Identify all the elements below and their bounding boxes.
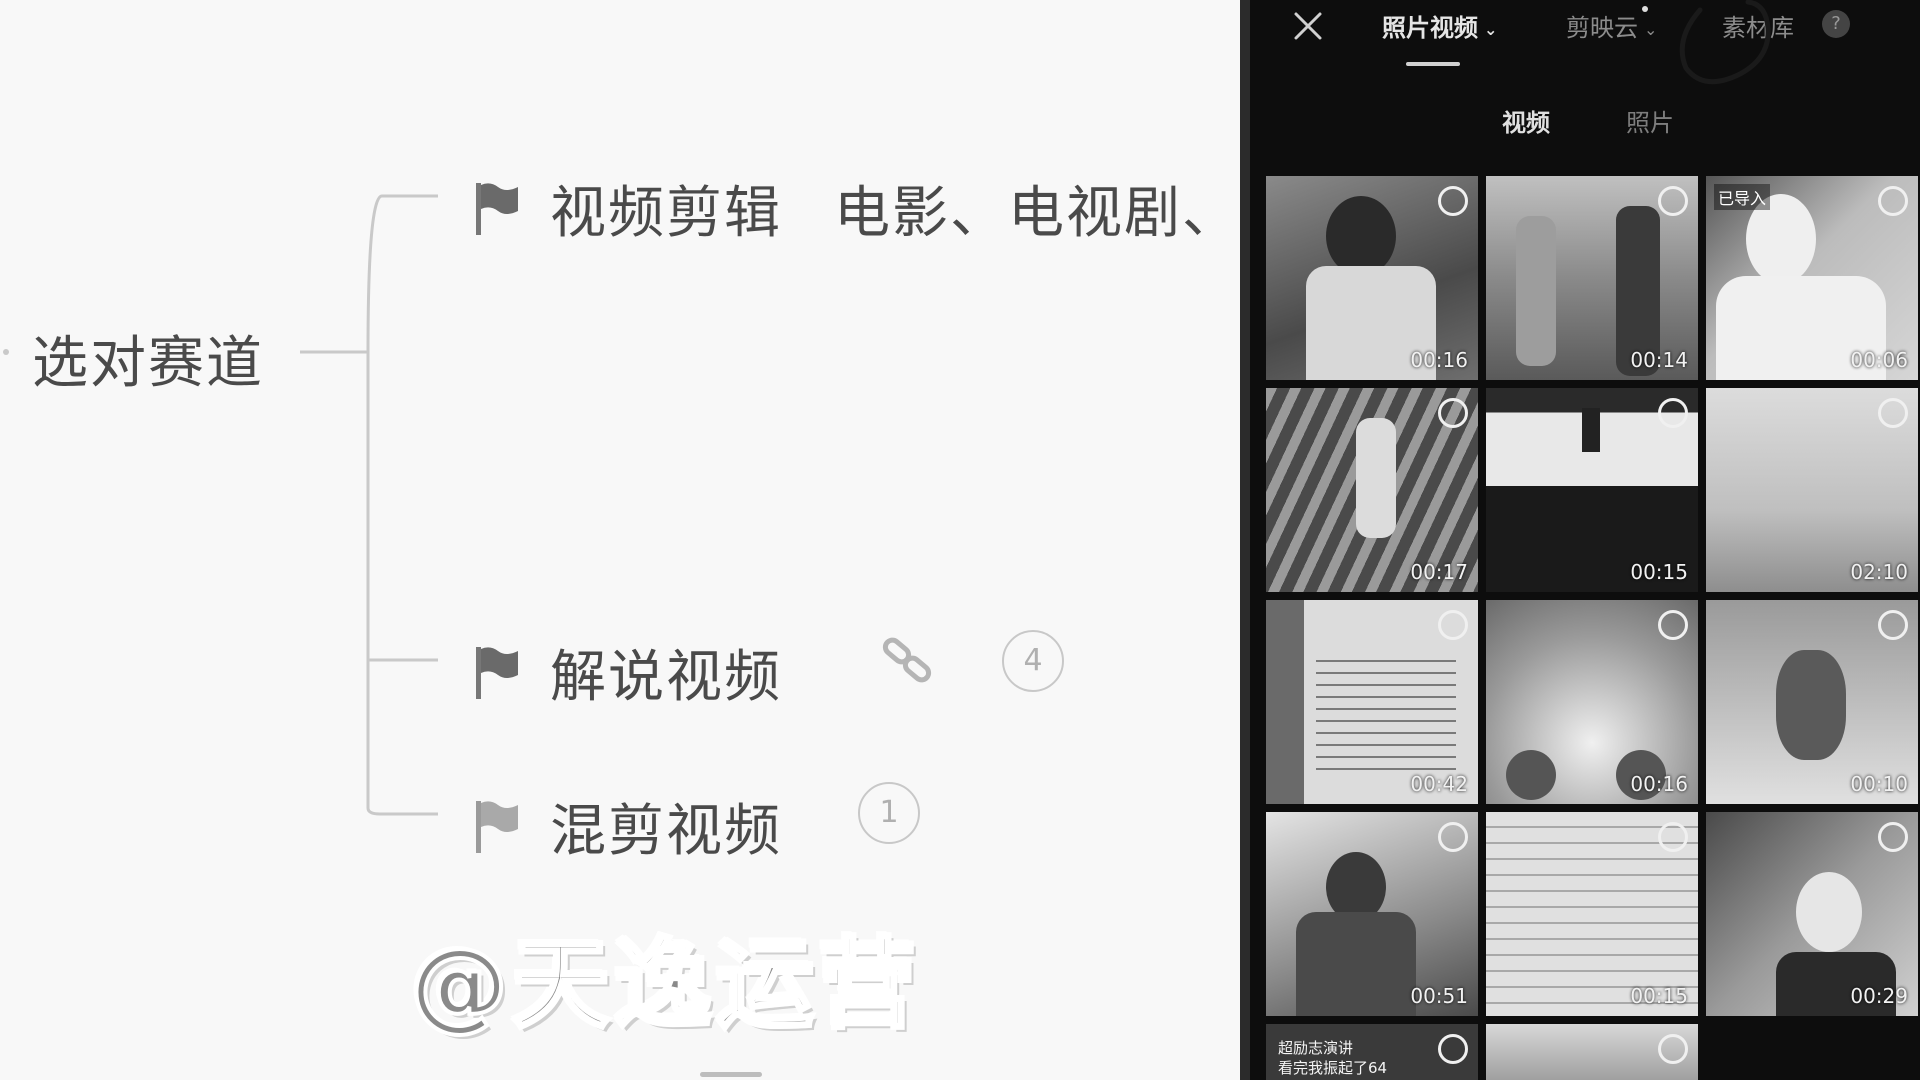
branch-label: 混剪视频 xyxy=(550,799,782,864)
select-circle[interactable] xyxy=(1878,610,1908,640)
media-tile[interactable]: 02:10 xyxy=(1706,388,1918,592)
select-circle[interactable] xyxy=(1658,610,1688,640)
phone-screen: 照片视频 ⌄ 剪映云 ⌄ 素材库 ? 视频 照片 00:16 00:14 已导入… xyxy=(1250,0,1920,1080)
select-circle[interactable] xyxy=(1658,186,1688,216)
tab-label: 剪映云 xyxy=(1566,14,1638,42)
branch-video-editing[interactable]: 视频剪辑 电影、电视剧、 xyxy=(474,168,1240,249)
select-circle[interactable] xyxy=(1438,186,1468,216)
chevron-down-icon: ⌄ xyxy=(1644,19,1658,39)
notification-dot xyxy=(1642,6,1648,12)
duration-label: 00:29 xyxy=(1850,984,1908,1008)
branch-label: 视频剪辑 xyxy=(550,181,782,246)
note-count-badge[interactable]: 4 xyxy=(1002,630,1064,692)
media-tile[interactable]: 00:15 xyxy=(1486,388,1698,592)
flag-icon xyxy=(476,800,518,853)
select-circle[interactable] xyxy=(1658,1034,1688,1064)
flag-icon xyxy=(476,182,518,235)
select-circle[interactable] xyxy=(1878,822,1908,852)
media-tile[interactable]: 00:15 xyxy=(1486,812,1698,1016)
media-tile[interactable]: 00:29 xyxy=(1706,812,1918,1016)
scroll-indicator xyxy=(700,1072,762,1077)
active-tab-underline xyxy=(1406,62,1460,66)
select-circle[interactable] xyxy=(1878,398,1908,428)
branch-commentary-video[interactable]: 解说视频 xyxy=(474,632,782,713)
hand-drawn-circle-annotation xyxy=(1679,0,1771,85)
select-circle[interactable] xyxy=(1658,822,1688,852)
select-circle[interactable] xyxy=(1438,398,1468,428)
duration-label: 00:06 xyxy=(1850,348,1908,372)
tab-photos-videos[interactable]: 照片视频 ⌄ xyxy=(1382,8,1497,43)
select-circle[interactable] xyxy=(1658,398,1688,428)
chevron-down-icon: ⌄ xyxy=(1484,19,1498,39)
duration-label: 00:14 xyxy=(1630,348,1688,372)
imported-tag: 已导入 xyxy=(1714,184,1771,210)
duration-label: 00:16 xyxy=(1630,772,1688,796)
media-tile[interactable]: 00:42 xyxy=(1266,600,1478,804)
media-tile[interactable]: 00:17 xyxy=(1266,388,1478,592)
duration-label: 00:15 xyxy=(1630,560,1688,584)
tab-cloud[interactable]: 剪映云 ⌄ xyxy=(1566,8,1657,43)
select-circle[interactable] xyxy=(1438,822,1468,852)
media-tile[interactable]: 00:16 xyxy=(1266,176,1478,380)
media-tile[interactable]: 超励志演讲 看完我振起了64 xyxy=(1266,1024,1478,1080)
duration-label: 00:16 xyxy=(1410,348,1468,372)
subtab-photos[interactable]: 照片 xyxy=(1626,103,1674,138)
root-topic[interactable]: 选对赛道 xyxy=(32,318,264,399)
media-tile[interactable]: 00:10 xyxy=(1706,600,1918,804)
select-circle[interactable] xyxy=(1438,610,1468,640)
note-count-badge[interactable]: 1 xyxy=(858,782,920,844)
media-tile[interactable]: 已导入 00:06 xyxy=(1706,176,1918,380)
close-icon[interactable] xyxy=(1288,6,1328,46)
branch-note: 电影、电视剧、 xyxy=(834,181,1240,246)
tab-label: 照片视频 xyxy=(1382,14,1478,42)
mind-map: 选对赛道 视频剪辑 电影、电视剧、 解说视频 4 混剪视频 1 @天逸运营 xyxy=(0,0,1240,1080)
subtab-videos[interactable]: 视频 xyxy=(1502,103,1550,138)
media-tile[interactable]: 00:51 xyxy=(1266,812,1478,1016)
branch-label: 解说视频 xyxy=(550,645,782,710)
duration-label: 00:17 xyxy=(1410,560,1468,584)
top-bar: 照片视频 ⌄ 剪映云 ⌄ 素材库 ? xyxy=(1250,0,1920,85)
duration-label: 02:10 xyxy=(1850,560,1908,584)
select-circle[interactable] xyxy=(1438,1034,1468,1064)
duration-label: 00:51 xyxy=(1410,984,1468,1008)
link-icon[interactable] xyxy=(878,630,938,690)
flag-icon xyxy=(476,646,518,699)
media-tile[interactable]: 00:16 xyxy=(1486,600,1698,804)
tile-caption: 超励志演讲 看完我振起了64 xyxy=(1278,1039,1388,1077)
duration-label: 00:15 xyxy=(1630,984,1688,1008)
media-tile[interactable] xyxy=(1486,1024,1698,1080)
branch-mix-video[interactable]: 混剪视频 xyxy=(474,786,782,867)
duration-label: 00:42 xyxy=(1410,772,1468,796)
duration-label: 00:10 xyxy=(1850,772,1908,796)
media-tile[interactable]: 00:14 xyxy=(1486,176,1698,380)
watermark-text: @天逸运营 xyxy=(408,926,921,1044)
help-icon[interactable]: ? xyxy=(1822,10,1850,38)
select-circle[interactable] xyxy=(1878,186,1908,216)
